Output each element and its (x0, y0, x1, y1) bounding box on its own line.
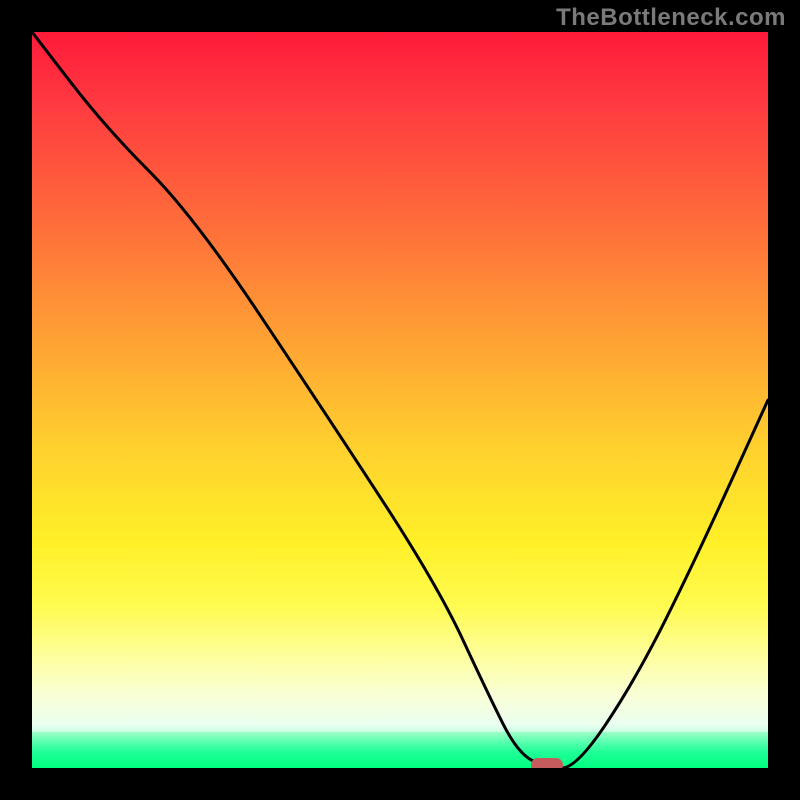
gradient-background-upper (32, 32, 768, 732)
watermark-text: TheBottleneck.com (556, 4, 786, 32)
plot-area (32, 32, 768, 768)
chart-frame: TheBottleneck.com (0, 0, 800, 800)
gradient-background-green (32, 732, 768, 768)
optimal-marker (531, 758, 563, 768)
